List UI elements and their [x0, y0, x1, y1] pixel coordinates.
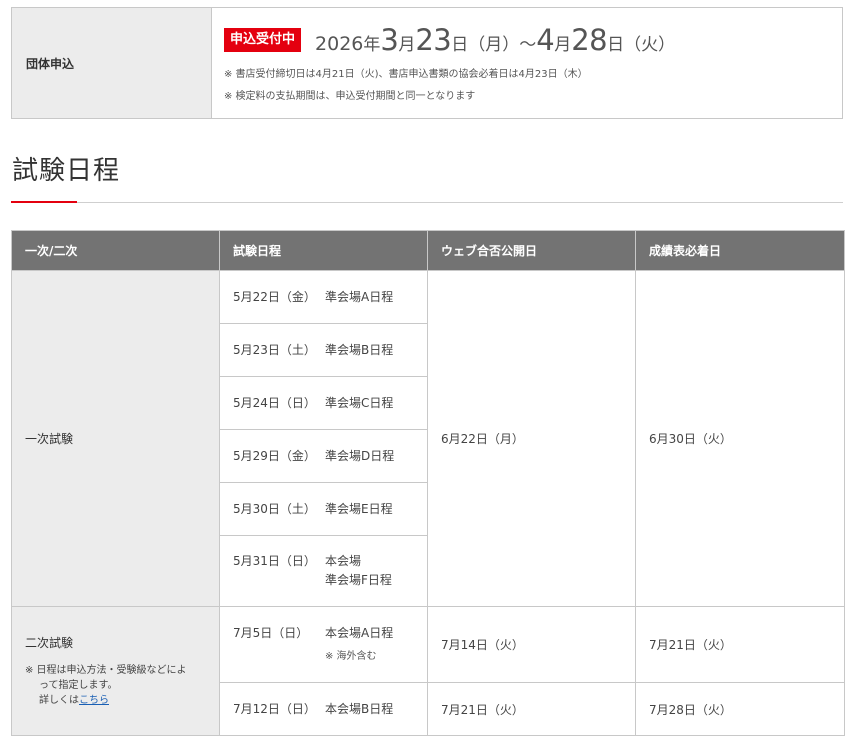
first-report-arrival-date: 6月30日（火） [635, 270, 845, 607]
header-stage: 一次/二次 [11, 230, 220, 271]
exam-venue: 準会場C日程 [325, 395, 394, 410]
category-label: 一次試験 [25, 432, 74, 446]
title-divider [11, 202, 843, 203]
exam-venue: 本会場A日程 ※ 海外含む [325, 624, 393, 666]
exam-date: 5月23日（土） [233, 342, 316, 357]
table-row: 一次試験 5月22日（金） 準会場A日程 6月22日（月） 6月30日（火） [11, 270, 845, 607]
exam-date-cell: 5月24日（日） 準会場C日程 [219, 376, 428, 430]
application-period: 2026年3月23日（月）～4月28日（火） [315, 23, 675, 57]
group-application-details: 申込受付中 2026年3月23日（月）～4月28日（火） ※ 書店受付締切日は4… [212, 8, 842, 118]
note-text: って指定します。 [39, 680, 118, 691]
exam-venue-line: 本会場A日程 [325, 625, 394, 640]
start-year: 2026 [315, 33, 364, 55]
end-month: 4 [536, 23, 555, 57]
group-application-label: 団体申込 [12, 8, 212, 118]
accepting-status-badge: 申込受付中 [224, 28, 302, 52]
exam-venue: 準会場E日程 [325, 501, 393, 516]
exam-date: 5月29日（金） [233, 448, 316, 463]
exam-venue: 準会場D日程 [325, 448, 395, 463]
exam-date-cell: 7月5日（日） 本会場A日程 ※ 海外含む [219, 606, 428, 683]
application-note: ※ 書店受付締切日は4月21日（火)、書店申込書類の協会必着日は4月23日（木） [224, 69, 588, 80]
exam-schedule-table: 一次/二次 試験日程 ウェブ合否公開日 成績表必着日 一次試験 5月22日（金）… [11, 230, 845, 736]
web-result-date: 7月14日（火） [427, 606, 636, 683]
exam-date: 7月12日（日） [233, 701, 316, 716]
first-web-result-date: 6月22日（月） [427, 270, 636, 607]
start-month: 3 [380, 23, 399, 57]
group-application-box: 団体申込 申込受付中 2026年3月23日（月）～4月28日（火） ※ 書店受付… [11, 7, 843, 119]
exam-date-cell: 5月22日（金） 準会場A日程 [219, 270, 428, 324]
exam-venue: 準会場A日程 [325, 289, 394, 304]
exam-venue: 準会場B日程 [325, 342, 394, 357]
note-text: 詳しくは [39, 695, 79, 706]
report-arrival-date: 7月28日（火） [635, 682, 845, 736]
year-unit: 年 [363, 35, 381, 55]
exam-venue-line: 準会場F日程 [325, 573, 392, 587]
exam-venue: 本会場B日程 [325, 701, 394, 716]
application-notes: ※ 書店受付締切日は4月21日（火)、書店申込書類の協会必着日は4月23日（木）… [224, 64, 830, 108]
application-note: ※ 検定料の支払期間は、申込受付期間と同一となります [224, 91, 476, 102]
first-exam-category: 一次試験 [11, 270, 220, 607]
exam-date-cell: 5月31日（日） 本会場準会場F日程 [219, 535, 428, 607]
day-unit: 日 [607, 35, 625, 55]
exam-date-cell: 7月12日（日） 本会場B日程 [219, 682, 428, 736]
web-result-date: 7月21日（火） [427, 682, 636, 736]
exam-date-cell: 5月29日（金） 準会場D日程 [219, 429, 428, 483]
section-title: 試験日程 [12, 156, 121, 186]
exam-date: 5月31日（日） [233, 554, 316, 568]
second-exam-note: ※ 日程は申込方法・受験級などによ って指定します。 詳しくはこちら [25, 663, 219, 708]
note-text: ※ 日程は申込方法・受験級などによ [25, 665, 187, 676]
exam-date-cell: 5月23日（土） 準会場B日程 [219, 323, 428, 377]
exam-date: 5月24日（日） [233, 395, 316, 410]
start-weekday: （月） [468, 35, 520, 55]
application-period-row: 申込受付中 2026年3月23日（月）～4月28日（火） [224, 22, 830, 58]
second-exam-category: 二次試験 ※ 日程は申込方法・受験級などによ って指定します。 詳しくはこちら [11, 606, 220, 736]
header-web-result-date: ウェブ合否公開日 [427, 230, 636, 271]
end-day: 28 [571, 23, 608, 57]
note-detail-line: 詳しくはこちら [25, 693, 219, 708]
exam-date: 7月5日（日） [233, 625, 309, 640]
end-weekday: （火） [624, 35, 676, 55]
details-link[interactable]: こちら [79, 695, 109, 706]
venue-note: ※ 海外含む [325, 650, 377, 662]
start-day: 23 [415, 23, 452, 57]
exam-date-cell: 5月30日（土） 準会場E日程 [219, 482, 428, 536]
exam-date: 5月22日（金） [233, 289, 316, 304]
day-unit: 日 [451, 35, 469, 55]
report-arrival-date: 7月21日（火） [635, 606, 845, 683]
period-tilde: ～ [519, 35, 537, 55]
title-accent-bar [11, 201, 77, 203]
table-row: 二次試験 ※ 日程は申込方法・受験級などによ って指定します。 詳しくはこちら … [11, 606, 845, 736]
exam-venue-line: 本会場 [325, 554, 362, 568]
exam-date: 5月30日（土） [233, 501, 316, 516]
header-report-arrival-date: 成績表必着日 [635, 230, 845, 271]
exam-venue: 本会場準会場F日程 [325, 552, 392, 590]
month-unit: 月 [554, 35, 572, 55]
table-header-row: 一次/二次 試験日程 ウェブ合否公開日 成績表必着日 [11, 230, 845, 271]
category-label: 二次試験 [25, 636, 74, 650]
month-unit: 月 [398, 35, 416, 55]
header-exam-date: 試験日程 [219, 230, 428, 271]
